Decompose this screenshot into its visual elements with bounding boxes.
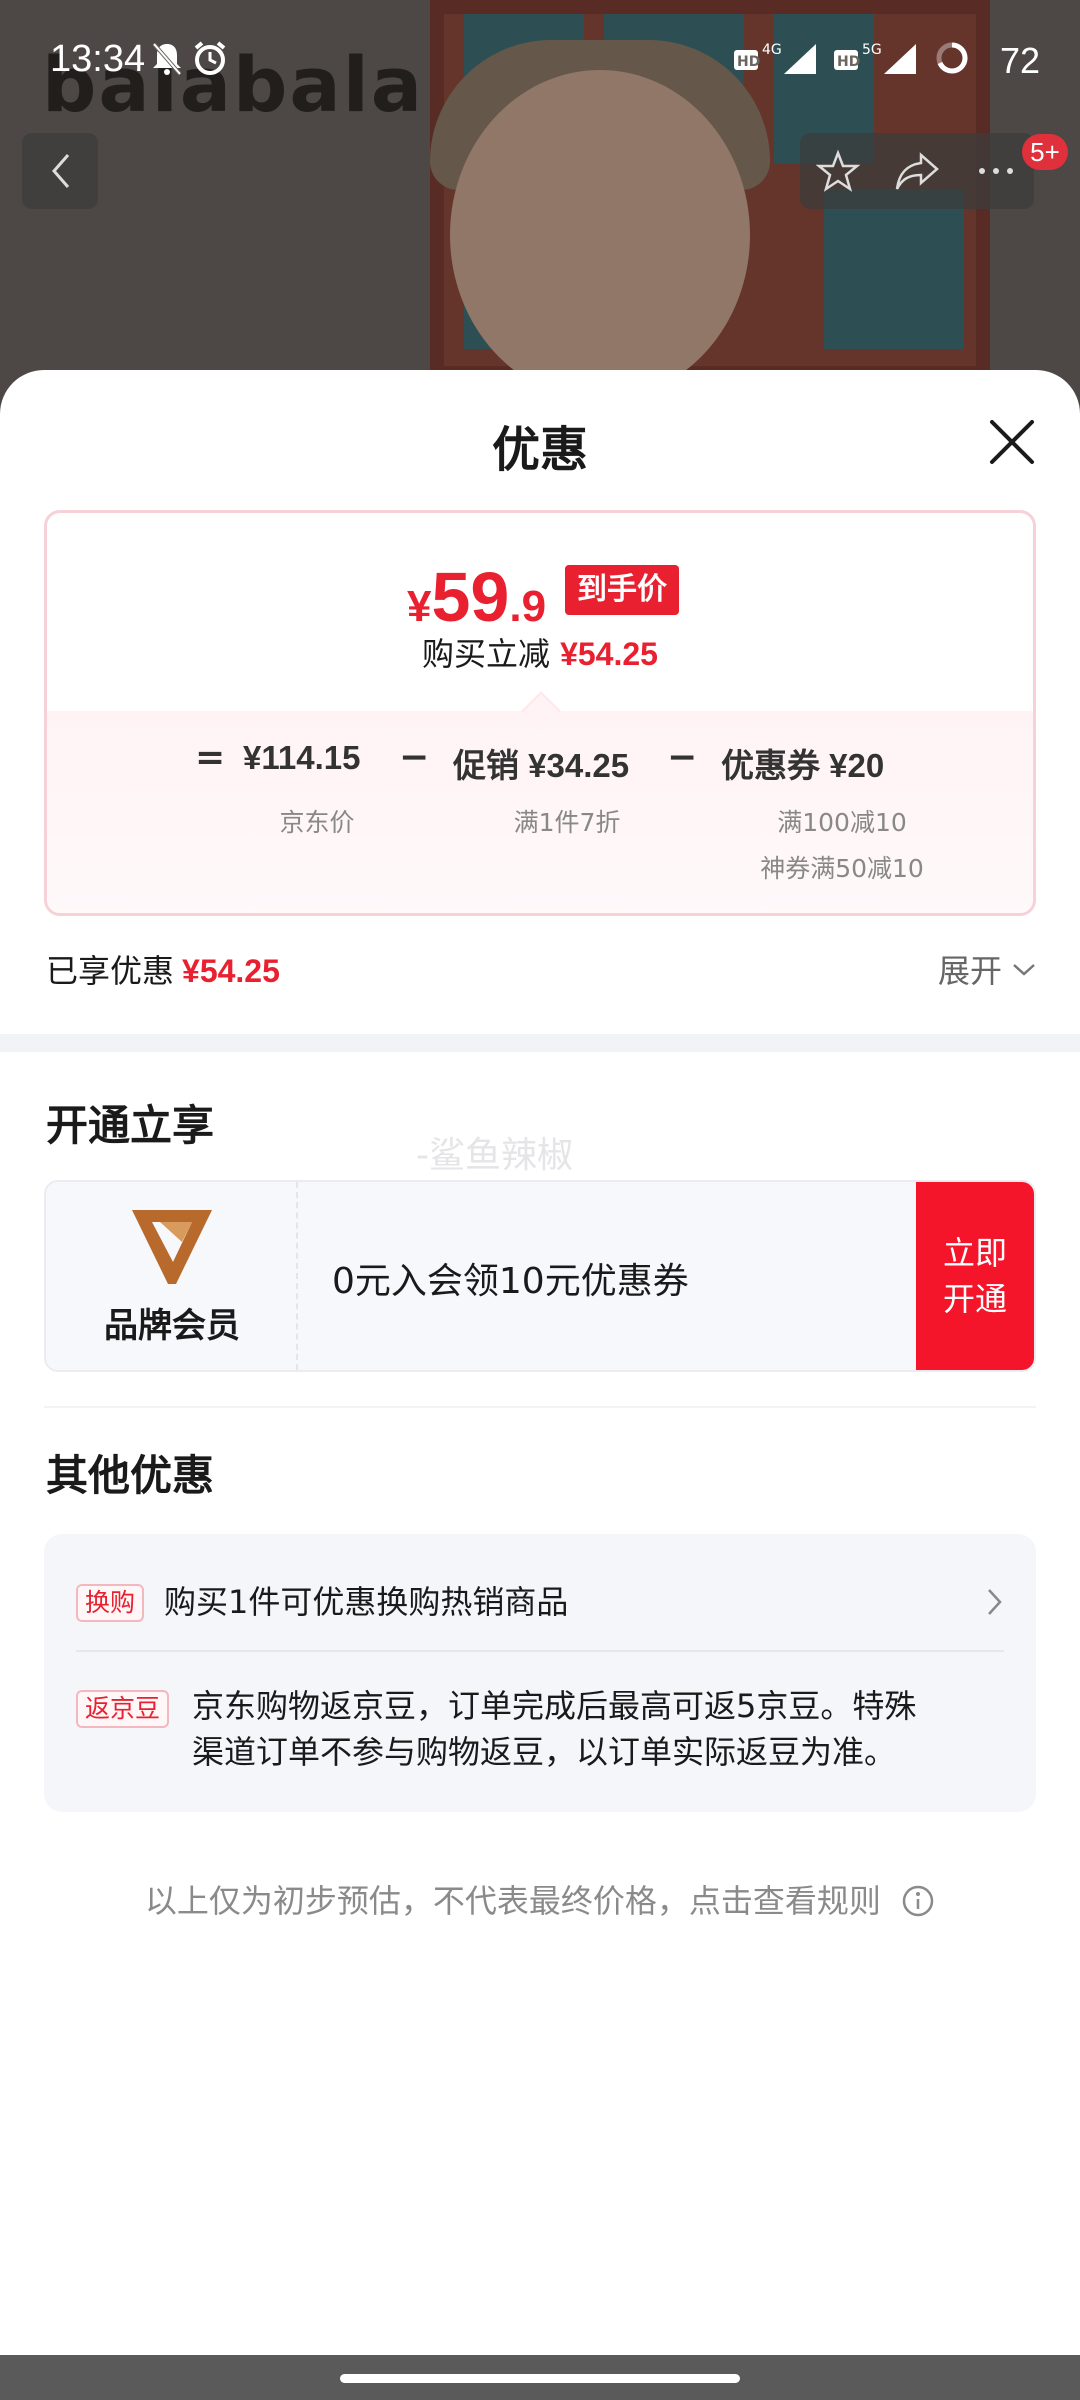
expand-button[interactable]: 展开 xyxy=(938,946,1038,992)
status-bar: 13:34 HD 4G HD 5G 72 xyxy=(0,0,1080,120)
jd-bean-text-line-1: 京东购物返京豆，订单完成后最高可返5京豆。特殊 xyxy=(192,1687,917,1725)
battery-ring-icon xyxy=(936,42,968,74)
info-icon xyxy=(902,1885,934,1917)
jd-price-label: 京东价 xyxy=(279,808,355,837)
hd-5g-signal-icon: HD 5G xyxy=(834,42,916,74)
svg-text:HD: HD xyxy=(837,54,860,70)
svg-text:HD: HD xyxy=(737,54,760,70)
section-divider xyxy=(0,1034,1080,1052)
coupon-label-1: 满100减10 xyxy=(777,808,907,837)
rules-footnote[interactable]: 以上仅为初步预估，不代表最终价格，点击查看规则 xyxy=(0,1876,1080,1922)
instant-discount-row: 购买立减 ¥54.25 xyxy=(47,629,1033,675)
exchange-text: 购买1件可优惠换购热销商品 xyxy=(164,1583,569,1621)
jd-price: ¥114.15 xyxy=(243,739,361,776)
open-button-line-2: 开通 xyxy=(942,1280,1007,1318)
open-section-title: 开通立享 xyxy=(46,1101,215,1150)
gesture-area xyxy=(0,2355,1080,2400)
footnote-text: 以上仅为初步预估，不代表最终价格，点击查看规则 xyxy=(144,1882,881,1920)
jd-bean-text-line-2: 渠道订单不参与购物返豆，以订单实际返豆为准。 xyxy=(192,1733,897,1771)
enjoyed-discount-label: 已享优惠 xyxy=(46,952,175,990)
enjoyed-discount-amount: ¥54.25 xyxy=(182,953,280,989)
minus-sign: − xyxy=(667,737,698,778)
alarm-icon xyxy=(194,41,226,75)
back-button[interactable] xyxy=(22,133,98,209)
coupon-amount: 优惠券 ¥20 xyxy=(721,747,885,784)
discount-sheet: 优惠 ¥59.9 到手价 购买立减 ¥54.25 = ¥114.15 − 促销 ¥… xyxy=(0,370,1080,2355)
jd-bean-tag: 返京豆 xyxy=(76,1690,170,1728)
open-button-line-1: 立即 xyxy=(942,1234,1007,1272)
mute-icon xyxy=(152,42,182,76)
member-name: 品牌会员 xyxy=(104,1306,240,1346)
notification-badge: 5+ xyxy=(1022,134,1068,170)
final-price-tag: 到手价 xyxy=(565,565,679,615)
brand-member-logo-icon xyxy=(132,1210,212,1284)
svg-text:4G: 4G xyxy=(762,42,782,58)
promo-amount: 促销 ¥34.25 xyxy=(453,747,630,784)
other-offers-card: 换购 购买1件可优惠换购热销商品 返京豆 京东购物返京豆，订单完成后最高可返5京… xyxy=(44,1534,1036,1812)
chevron-down-icon xyxy=(1013,964,1035,976)
coupon-label-2: 神券满50减10 xyxy=(760,854,924,883)
price-calc-row: = ¥114.15 − 促销 ¥34.25 − 优惠券 ¥20 xyxy=(47,737,1033,799)
member-description: 0元入会领10元优惠券 xyxy=(332,1261,689,1302)
price-breakdown-card: ¥59.9 到手价 购买立减 ¥54.25 = ¥114.15 − 促销 ¥34.… xyxy=(44,510,1036,916)
expand-label: 展开 xyxy=(938,952,1003,990)
hd-4g-signal-icon: HD 4G xyxy=(734,42,816,74)
open-membership-button[interactable]: 立即 开通 xyxy=(916,1182,1034,1370)
home-gesture-bar[interactable] xyxy=(340,2374,740,2383)
sheet-title: 优惠 xyxy=(491,422,588,478)
offer-separator xyxy=(76,1650,1004,1652)
member-logo-box: 品牌会员 xyxy=(46,1182,298,1370)
equals-sign: = xyxy=(195,737,226,778)
other-section-title: 其他优惠 xyxy=(46,1451,215,1500)
battery-level: 72 xyxy=(999,40,1040,81)
nav-actions-group xyxy=(800,133,1034,209)
final-price: ¥59.9 xyxy=(407,558,547,636)
exchange-tag: 换购 xyxy=(76,1584,145,1622)
back-icon xyxy=(52,154,70,188)
share-icon[interactable] xyxy=(893,149,941,193)
promo-label: 满1件7折 xyxy=(513,808,621,837)
more-icon[interactable] xyxy=(974,149,1018,193)
star-icon[interactable] xyxy=(816,149,861,193)
status-time: 13:34 xyxy=(50,38,146,80)
minus-sign: − xyxy=(399,737,430,778)
watermark-text: -鲨鱼辣椒 xyxy=(416,1135,573,1176)
close-icon[interactable] xyxy=(984,414,1040,470)
instant-discount-label: 购买立减 xyxy=(422,635,551,673)
svg-text:5G: 5G xyxy=(862,42,882,58)
chevron-right-icon xyxy=(988,1589,1002,1615)
enjoyed-discount-row: 已享优惠 ¥54.25 xyxy=(46,946,280,992)
thin-divider xyxy=(44,1406,1036,1408)
brand-member-card[interactable]: 品牌会员 0元入会领10元优惠券 立即 开通 xyxy=(44,1180,1036,1372)
instant-discount-amount: ¥54.25 xyxy=(560,636,658,672)
